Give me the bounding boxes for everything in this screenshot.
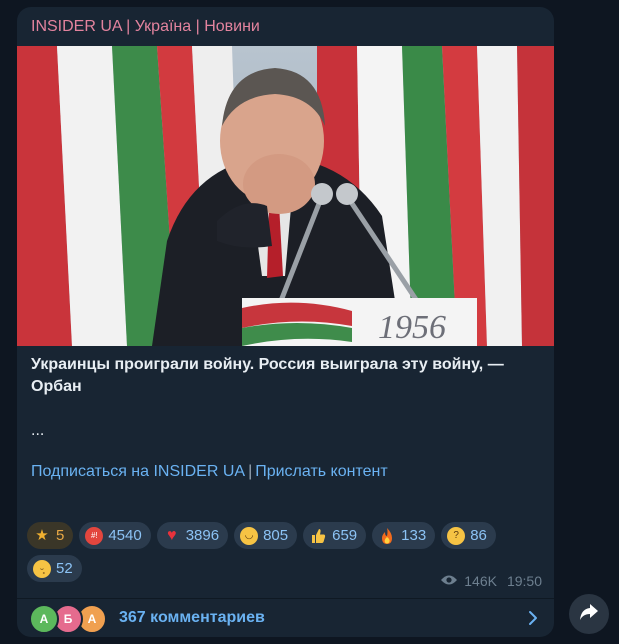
reaction-count: 5: [56, 527, 65, 544]
reaction-thumbs-up[interactable]: 659: [303, 522, 367, 549]
post-links: Подписаться на INSIDER UA | Прислать конте…: [31, 463, 388, 481]
reaction-star[interactable]: ★ 5: [27, 522, 74, 549]
subscribe-link[interactable]: Подписаться на INSIDER UA: [31, 463, 245, 480]
comments-label: 367 комментариев: [119, 609, 265, 626]
forward-button[interactable]: [569, 594, 609, 634]
angry-face-icon: #!: [85, 526, 104, 545]
post-meta: 146K 19:50: [440, 573, 542, 589]
reaction-count: 133: [401, 527, 427, 544]
post-headline: Украинцы проиграли войну. Россия выиграл…: [31, 356, 504, 395]
reaction-fire[interactable]: 133: [372, 522, 436, 549]
comments-button[interactable]: А Б А 367 комментариев: [17, 599, 554, 637]
star-icon: ★: [35, 526, 49, 544]
reaction-thinking-face[interactable]: ? 86: [441, 522, 496, 549]
eye-icon: [440, 573, 458, 589]
reaction-count: 3896: [185, 527, 220, 544]
fire-icon: [378, 527, 396, 545]
thumbs-up-icon: [309, 527, 327, 545]
reaction-heart[interactable]: ♥ 3896: [156, 522, 229, 549]
commenter-avatars: А Б А: [29, 604, 109, 634]
post-ellipsis: ...: [31, 422, 45, 439]
reaction-count: 86: [470, 527, 487, 544]
heart-icon: ♥: [166, 526, 177, 544]
reaction-crying-face[interactable]: ᵕ̥ 52: [27, 555, 82, 582]
post-photo[interactable]: 1956: [17, 46, 554, 346]
link-separator: |: [248, 463, 253, 480]
chevron-right-icon: [528, 610, 538, 631]
post-text: Украинцы проиграли войну. Россия выиграл…: [31, 354, 536, 442]
forward-arrow-icon: [579, 603, 599, 626]
reaction-count: 4540: [108, 527, 142, 544]
reaction-count: 805: [263, 527, 289, 544]
photo-illustration: 1956: [17, 46, 554, 346]
channel-title[interactable]: INSIDER UA | Україна | Новини: [31, 18, 260, 36]
reaction-grinning-face[interactable]: ◡ 805: [234, 522, 298, 549]
reaction-angry-face[interactable]: #! 4540: [79, 522, 151, 549]
channel-post-bubble: INSIDER UA | Україна | Новини 1956 Украи…: [17, 7, 554, 637]
avatar: А: [29, 604, 59, 634]
view-count: 146K: [464, 573, 497, 589]
thinking-face-icon: ?: [447, 526, 466, 545]
crying-face-icon: ᵕ̥: [33, 559, 51, 578]
reaction-count: 52: [56, 560, 73, 577]
grinning-face-icon: ◡: [240, 526, 259, 545]
post-time: 19:50: [506, 573, 542, 589]
podium-year-text: 1956: [378, 309, 446, 346]
reaction-count: 659: [332, 527, 358, 544]
send-content-link[interactable]: Прислать контент: [255, 463, 387, 480]
